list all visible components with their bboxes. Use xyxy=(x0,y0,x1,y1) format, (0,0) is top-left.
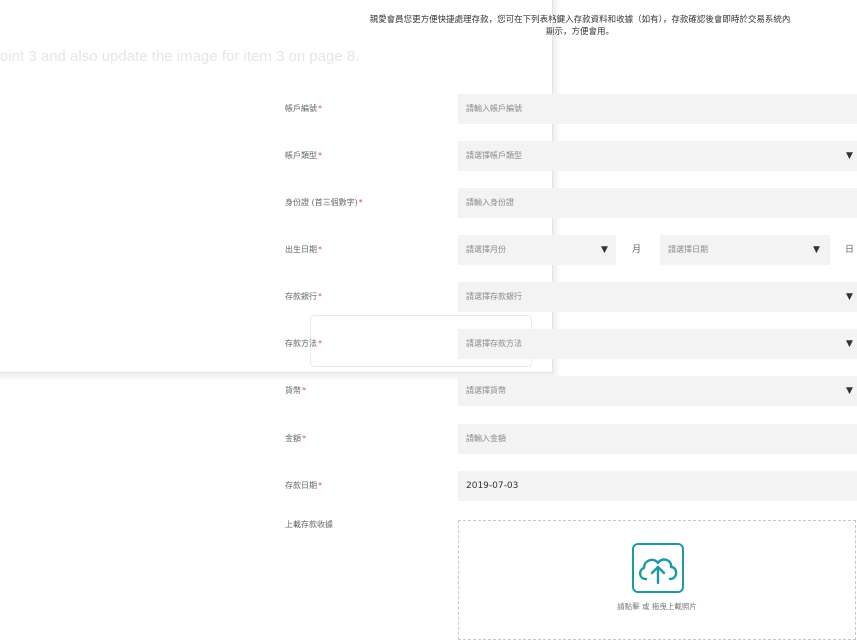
required-mark: * xyxy=(318,292,322,301)
cloud-upload-icon[interactable] xyxy=(632,543,684,593)
required-mark: * xyxy=(318,151,322,160)
upload-caption: 請點擊 或 拖曳上載照片 xyxy=(617,602,697,611)
required-mark: * xyxy=(302,386,306,395)
id-number-input[interactable]: 請輸入身份證 xyxy=(458,188,857,218)
currency-select[interactable]: 請選擇貨幣 xyxy=(458,376,857,406)
required-mark: * xyxy=(318,245,322,254)
amount-label-text: 金額 xyxy=(285,434,301,443)
form-row-currency: 貨幣* 請選擇貨幣 ▼ xyxy=(0,376,857,406)
deposit-bank-label: 存款銀行* xyxy=(285,291,322,302)
chevron-down-icon[interactable]: ▼ xyxy=(846,141,853,171)
amount-input[interactable]: 請輸入金額 xyxy=(458,424,857,454)
deposit-method-label: 存款方法* xyxy=(285,338,322,349)
deposit-date-input[interactable]: 2019-07-03 xyxy=(458,471,857,501)
birth-date-label: 出生日期* xyxy=(285,244,322,255)
notice-text: 親愛會員您更方便快捷處理存款，您可在下列表格鍵入存款資料和收據（如有），存款確認… xyxy=(300,14,857,38)
chevron-down-icon[interactable]: ▼ xyxy=(846,329,853,359)
background-window-text: oint 3 and also update the image for ite… xyxy=(0,48,360,65)
cloud-upload-icon-graphic xyxy=(638,558,678,585)
deposit-bank-select[interactable]: 請選擇存款銀行 xyxy=(458,282,857,312)
required-mark: * xyxy=(318,481,322,490)
account-type-label-text: 帳戶類型 xyxy=(285,151,317,160)
birth-date-label-text: 出生日期 xyxy=(285,245,317,254)
required-mark: * xyxy=(358,198,363,207)
form-row-deposit-date: 存款日期* 2019-07-03 xyxy=(0,471,857,501)
month-unit-label: 月 xyxy=(632,245,642,255)
currency-label-text: 貨幣 xyxy=(285,386,301,395)
account-number-input[interactable]: 請輸入帳戶編號 xyxy=(458,94,857,124)
form-row-account-type: 帳戶類型* 請選擇帳戶類型 ▼ xyxy=(0,141,857,171)
deposit-method-label-text: 存款方法 xyxy=(285,339,317,348)
receipt-upload-label: 上載存款收據 xyxy=(285,520,333,529)
amount-label: 金額* xyxy=(285,433,306,444)
form-row-account-number: 帳戶編號* 請輸入帳戶編號 xyxy=(0,94,857,124)
deposit-date-label: 存款日期* xyxy=(285,480,322,491)
required-mark: * xyxy=(318,339,322,348)
account-type-label: 帳戶類型* xyxy=(285,150,322,161)
chevron-down-icon[interactable]: ▼ xyxy=(601,235,608,265)
birth-month-select[interactable]: 請選擇月份 xyxy=(458,235,616,265)
required-mark: * xyxy=(318,104,322,113)
receipt-upload-dropzone[interactable]: 請點擊 或 拖曳上載照片 xyxy=(458,520,856,640)
form-row-id-number: 身份證 (首三個數字)* 請輸入身份證 xyxy=(0,188,857,218)
chevron-down-icon[interactable]: ▼ xyxy=(846,282,853,312)
deposit-bank-label-text: 存款銀行 xyxy=(285,292,317,301)
id-number-label: 身份證 (首三個數字)* xyxy=(285,197,363,208)
currency-label: 貨幣* xyxy=(285,385,306,396)
form-row-amount: 金額* 請輸入金額 xyxy=(0,424,857,454)
birth-day-select[interactable]: 請選擇日期 xyxy=(660,235,830,265)
account-number-label-text: 帳戶編號 xyxy=(285,104,317,113)
deposit-date-label-text: 存款日期 xyxy=(285,481,317,490)
account-number-label: 帳戶編號* xyxy=(285,103,322,114)
required-mark: * xyxy=(302,434,306,443)
form-row-deposit-method: 存款方法* 請選擇存款方法 ▼ xyxy=(0,329,857,359)
chevron-down-icon[interactable]: ▼ xyxy=(813,235,820,265)
notice-line-2: 顯示，方便會用。 xyxy=(545,27,614,37)
chevron-down-icon[interactable]: ▼ xyxy=(846,376,853,406)
notice-line-1: 親愛會員您更方便快捷處理存款，您可在下列表格鍵入存款資料和收據（如有），存款確認… xyxy=(369,15,791,25)
deposit-method-select[interactable]: 請選擇存款方法 xyxy=(458,329,857,359)
day-unit-label: 日 xyxy=(845,245,855,255)
form-row-deposit-bank: 存款銀行* 請選擇存款銀行 ▼ xyxy=(0,282,857,312)
account-type-select[interactable]: 請選擇帳戶類型 xyxy=(458,141,857,171)
form-row-birth-date: 出生日期* 請選擇月份 ▼ 月 請選擇日期 ▼ 日 xyxy=(0,235,857,265)
id-number-label-text: 身份證 (首三個數字) xyxy=(285,198,358,207)
